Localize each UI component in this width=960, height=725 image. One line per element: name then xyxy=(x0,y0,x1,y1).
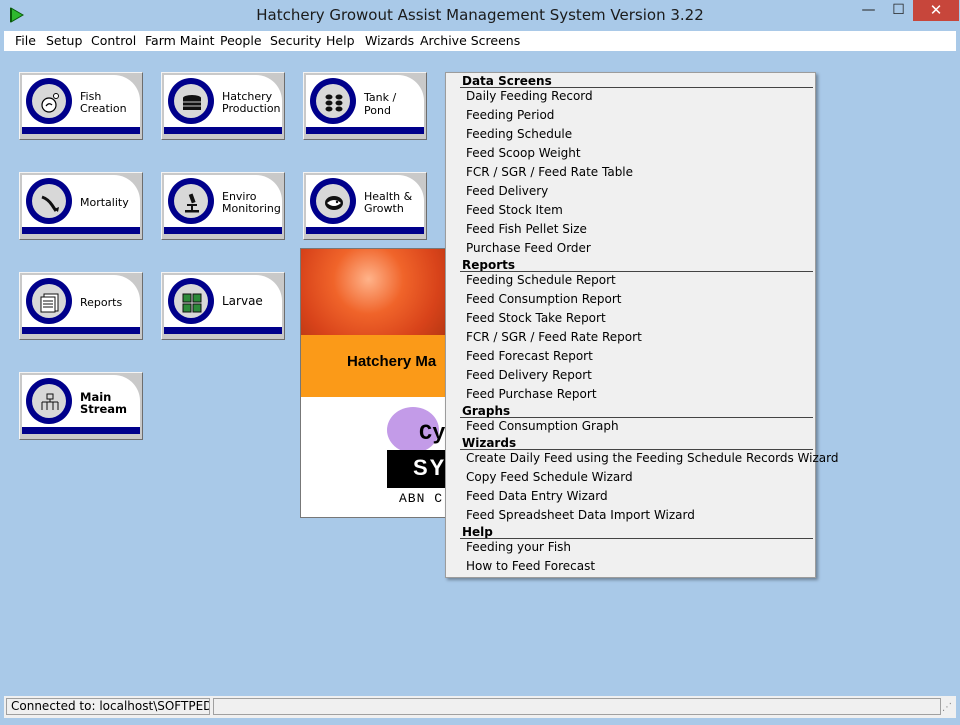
menu-feed-delivery-report[interactable]: Feed Delivery Report xyxy=(466,368,592,383)
abn-text: ABN C xyxy=(399,491,444,506)
feeding-dropdown-menu: Data Screens Daily Feeding Record Feedin… xyxy=(445,72,838,578)
hatchery-tank-icon xyxy=(183,95,201,110)
menu-archive-screens[interactable]: Archive Screens xyxy=(420,31,520,51)
menu-feeding-schedule-report[interactable]: Feeding Schedule Report xyxy=(466,273,616,288)
menu-purchase-feed-order[interactable]: Purchase Feed Order xyxy=(466,241,591,256)
menu-feeding-period[interactable]: Feeding Period xyxy=(466,108,554,123)
fish-egg-icon xyxy=(41,93,59,113)
tile-label: Enviro Monitoring xyxy=(222,190,281,215)
mortality-tile[interactable]: Mortality xyxy=(19,172,143,240)
section-divider xyxy=(460,449,813,450)
tank-pond-icon xyxy=(325,94,343,112)
menu-setup[interactable]: Setup xyxy=(46,31,82,51)
menu-feed-fish-pellet-size[interactable]: Feed Fish Pellet Size xyxy=(466,222,587,237)
title-bar: Hatchery Growout Assist Management Syste… xyxy=(0,0,960,30)
resize-grip-icon[interactable]: ⋰ xyxy=(942,702,952,713)
logo-bar-text: SY xyxy=(413,455,447,480)
close-button[interactable]: ✕ xyxy=(913,0,959,21)
minimize-button[interactable]: — xyxy=(854,0,883,21)
window-title: Hatchery Growout Assist Management Syste… xyxy=(256,6,704,24)
splash-panel: Hatchery Ma Cy SY ABN C xyxy=(300,248,450,518)
connection-status: Connected to: localhost\SOFTPEDIAS xyxy=(6,698,210,715)
menu-fcr-sgr-feed-rate-report[interactable]: FCR / SGR / Feed Rate Report xyxy=(466,330,642,345)
menu-daily-feeding-record[interactable]: Daily Feeding Record xyxy=(466,89,593,104)
menu-feed-spreadsheet-import-wizard[interactable]: Feed Spreadsheet Data Import Wizard xyxy=(466,508,695,523)
org-chart-icon xyxy=(41,393,59,410)
logo-letter: Cy xyxy=(419,421,446,446)
menu-feed-data-entry-wizard[interactable]: Feed Data Entry Wizard xyxy=(466,489,608,504)
main-stream-tile[interactable]: Main Stream xyxy=(19,372,143,440)
status-bar: Connected to: localhost\SOFTPEDIAS ⋰ xyxy=(4,696,956,718)
report-document-icon xyxy=(40,293,59,313)
splash-image xyxy=(301,249,449,335)
tile-label: Hatchery Production xyxy=(222,90,281,115)
fish-creation-tile[interactable]: Fish Creation xyxy=(19,72,143,140)
maximize-button[interactable]: ☐ xyxy=(884,0,913,21)
menu-feeding-your-fish[interactable]: Feeding your Fish xyxy=(466,540,571,555)
menu-how-to-feed-forecast[interactable]: How to Feed Forecast xyxy=(466,559,595,574)
tile-label: Health & Growth xyxy=(364,190,413,215)
tile-label: Tank / Pond xyxy=(364,91,397,117)
menu-feed-consumption-report[interactable]: Feed Consumption Report xyxy=(466,292,622,307)
menu-security[interactable]: Security xyxy=(270,31,321,51)
tile-label: Mortality xyxy=(80,196,129,209)
menu-help[interactable]: Help xyxy=(326,31,355,51)
menu-feed-stock-item[interactable]: Feed Stock Item xyxy=(466,203,563,218)
dead-fish-icon xyxy=(41,195,59,212)
menu-feed-forecast-report[interactable]: Feed Forecast Report xyxy=(466,349,593,364)
healthy-fish-icon xyxy=(325,196,343,210)
menu-feed-consumption-graph[interactable]: Feed Consumption Graph xyxy=(466,419,619,434)
menu-feed-delivery[interactable]: Feed Delivery xyxy=(466,184,548,199)
menu-feeding-schedule[interactable]: Feeding Schedule xyxy=(466,127,572,142)
larvae-tile[interactable]: Larvae xyxy=(161,272,285,340)
menu-farm-maint[interactable]: Farm Maint xyxy=(145,31,215,51)
section-divider xyxy=(460,87,813,88)
hatchery-production-tile[interactable]: Hatchery Production xyxy=(161,72,285,140)
menu-people[interactable]: People xyxy=(220,31,262,51)
tile-label: Reports xyxy=(80,296,123,309)
reports-tile[interactable]: Reports xyxy=(19,272,143,340)
menu-wizards[interactable]: Wizards xyxy=(365,31,414,51)
menu-feed-stock-take-report[interactable]: Feed Stock Take Report xyxy=(466,311,606,326)
tile-label: Fish Creation xyxy=(80,90,127,115)
section-divider xyxy=(460,538,813,539)
microscope-icon xyxy=(185,193,199,213)
menu-feed-purchase-report[interactable]: Feed Purchase Report xyxy=(466,387,597,402)
larvae-icon xyxy=(182,293,202,313)
menu-control[interactable]: Control xyxy=(91,31,136,51)
menu-feed-scoop-weight[interactable]: Feed Scoop Weight xyxy=(466,146,581,161)
menu-create-daily-feed-wizard[interactable]: Create Daily Feed using the Feeding Sche… xyxy=(466,451,838,466)
section-divider xyxy=(460,271,813,272)
status-pane-empty xyxy=(213,698,941,715)
menu-fcr-sgr-feed-rate-table[interactable]: FCR / SGR / Feed Rate Table xyxy=(466,165,633,180)
menu-file[interactable]: File xyxy=(15,31,36,51)
menu-bar: File Setup Control Farm Maint People Sec… xyxy=(4,31,956,51)
section-divider xyxy=(460,417,813,418)
splash-title: Hatchery Ma xyxy=(347,353,437,370)
enviro-monitoring-tile[interactable]: Enviro Monitoring xyxy=(161,172,285,240)
tank-pond-tile[interactable]: Tank / Pond xyxy=(303,72,427,140)
menu-copy-feed-schedule-wizard[interactable]: Copy Feed Schedule Wizard xyxy=(466,470,633,485)
tile-label: Main Stream xyxy=(80,390,127,416)
health-growth-tile[interactable]: Health & Growth xyxy=(303,172,427,240)
splash-title-band: Hatchery Ma xyxy=(301,335,449,397)
tile-label: Larvae xyxy=(222,294,263,308)
